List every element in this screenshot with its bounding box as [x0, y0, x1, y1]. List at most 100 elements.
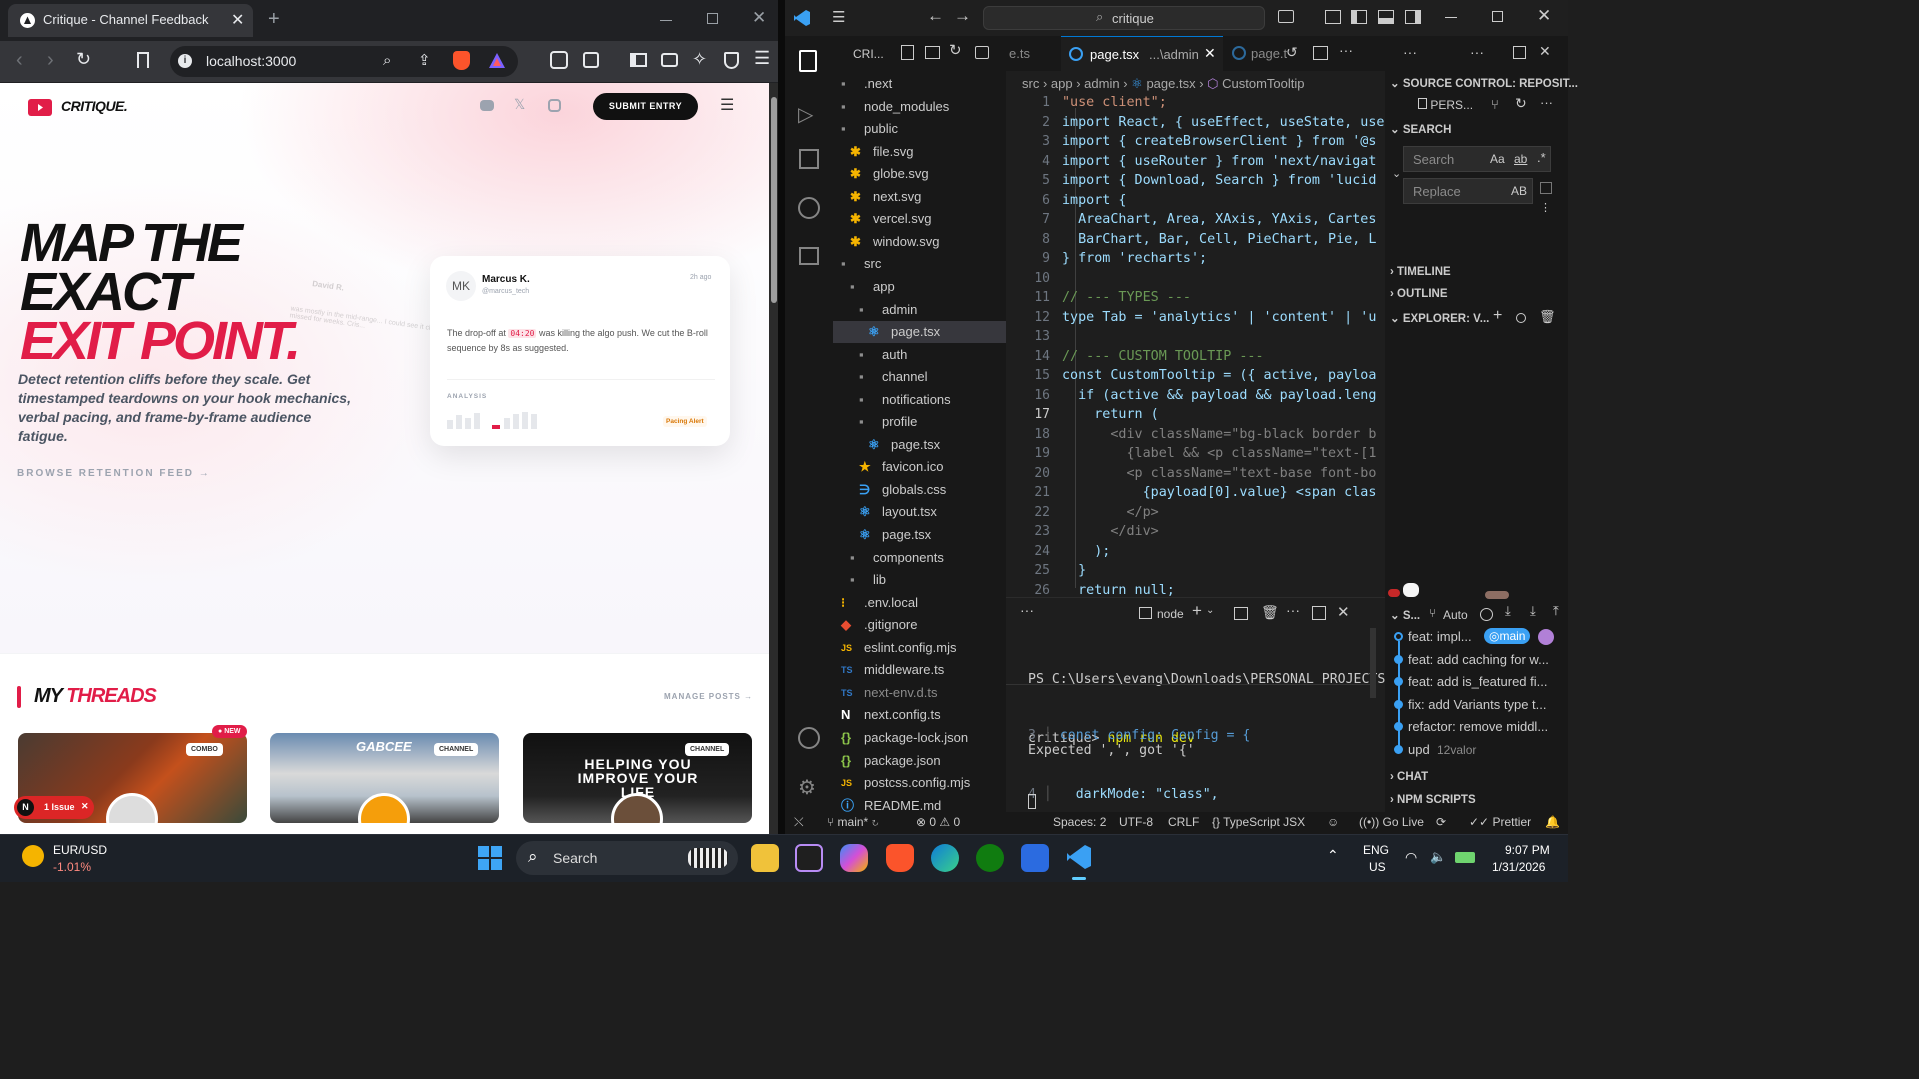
taskbar-search[interactable]: ⌕ Search [516, 841, 738, 875]
tree-item[interactable]: ▪ src [833, 253, 1006, 275]
run-debug-icon[interactable]: ▷ [798, 102, 813, 127]
clock-time[interactable]: 9:07 PM [1505, 843, 1550, 857]
wallet-icon[interactable] [661, 53, 678, 67]
tree-item[interactable]: ⚛ page.tsx [833, 434, 1006, 456]
replace-all-icon[interactable] [1540, 182, 1552, 194]
language-indicator[interactable]: ENG [1363, 843, 1389, 857]
tree-item[interactable]: ⚛ page.tsx [833, 524, 1006, 546]
commit-item[interactable]: fix: add Variants type t... [1385, 694, 1568, 716]
eol-status[interactable]: CRLF [1168, 815, 1199, 829]
store-icon[interactable] [1021, 844, 1049, 872]
minimize-icon[interactable] [660, 20, 672, 21]
submit-entry-button[interactable]: SUBMIT ENTRY [593, 93, 698, 120]
tree-item[interactable]: ▪ components [833, 547, 1006, 569]
tree-item[interactable]: ▪ channel [833, 366, 1006, 388]
chevron-down-icon[interactable]: ⌄ [1206, 605, 1214, 616]
new-folder-icon[interactable] [925, 46, 940, 59]
tree-item[interactable]: ✱ vercel.svg [833, 208, 1006, 230]
more-actions-icon[interactable]: ··· [1540, 95, 1553, 110]
target-icon[interactable] [1480, 608, 1493, 621]
close-window-icon[interactable]: ✕ [752, 8, 766, 28]
file-explorer-icon[interactable] [751, 844, 779, 872]
gear-icon[interactable]: ⚙ [798, 775, 816, 800]
tree-item[interactable]: ✱ globe.svg [833, 163, 1006, 185]
push-icon[interactable]: ⤒ [1553, 603, 1559, 619]
close-icon[interactable]: ✕ [1539, 43, 1551, 60]
toggle-replace-icon[interactable]: ⌄ [1392, 167, 1401, 180]
problems-status[interactable]: ⊗ 0 ⚠ 0 [916, 815, 960, 829]
maximize-icon[interactable] [707, 13, 718, 24]
show-hidden-icons[interactable]: ⌃ [1327, 847, 1339, 864]
encoding-status[interactable]: UTF-8 [1119, 815, 1153, 829]
editor-tab[interactable]: page.t [1251, 46, 1287, 61]
match-word-icon[interactable]: ab [1514, 152, 1527, 166]
tree-item[interactable]: ⁝ .env.local [833, 592, 1006, 614]
sync-icon[interactable]: ↻ [1515, 95, 1527, 112]
tree-item[interactable]: ★ favicon.ico [833, 456, 1006, 478]
page-scrollbar[interactable] [769, 83, 778, 834]
match-case-icon[interactable]: Aa [1490, 152, 1505, 166]
git-graph-header[interactable]: ⌄ S... [1390, 608, 1420, 622]
vscode-taskbar-icon[interactable] [1066, 844, 1092, 870]
xbox-icon[interactable] [976, 844, 1004, 872]
reader-mode-icon[interactable] [583, 52, 599, 68]
tree-item[interactable]: ◆ .gitignore [833, 614, 1006, 636]
copilot-icon[interactable] [1278, 10, 1294, 23]
thread-card[interactable]: GABCEE CHANNEL [270, 733, 499, 823]
commit-item[interactable]: feat: impl... ◎main [1385, 626, 1568, 648]
tree-item[interactable]: TS middleware.ts [833, 659, 1006, 681]
commit-item[interactable]: feat: add is_featured fi... [1385, 671, 1568, 693]
toggle-secondary-sidebar-icon[interactable] [1405, 10, 1421, 24]
copilot-icon[interactable] [840, 844, 868, 872]
prettier-status[interactable]: ✓✓ Prettier [1469, 815, 1531, 829]
go-live-status[interactable]: ((•)) Go Live [1359, 815, 1424, 829]
tree-item[interactable]: Nnext.config.ts [833, 704, 1006, 726]
editor-tab-active[interactable]: page.tsx ...\admin ✕ [1061, 36, 1223, 71]
npm-scripts-header[interactable]: › NPM SCRIPTS [1390, 794, 1476, 806]
tree-item[interactable]: JS postcss.config.mjs [833, 772, 1006, 794]
toggle-panel-icon[interactable] [1378, 10, 1394, 24]
breadcrumb-item[interactable]: app [1051, 76, 1073, 91]
toggle-sidebar-icon[interactable] [1351, 10, 1367, 24]
more-icon[interactable]: ⋮ [1540, 201, 1551, 214]
close-panel-icon[interactable]: ✕ [1337, 603, 1350, 621]
leo-ai-icon[interactable]: ✧ [692, 49, 707, 70]
issues-badge[interactable]: N 1 Issue ✕ [14, 796, 94, 819]
new-terminal-icon[interactable]: + [1192, 601, 1202, 621]
auto-label[interactable]: Auto [1443, 608, 1468, 622]
menu-icon[interactable]: ☰ [754, 48, 770, 69]
new-file-icon[interactable] [901, 45, 914, 60]
tree-item[interactable]: ✱ file.svg [833, 141, 1006, 163]
tree-item[interactable]: ∋ globals.css [833, 479, 1006, 501]
maximize-panel-icon[interactable] [1312, 606, 1326, 620]
forward-icon[interactable]: › [47, 49, 54, 72]
github-icon[interactable] [798, 197, 820, 219]
indentation-status[interactable]: Spaces: 2 [1053, 815, 1106, 829]
explorer-v-header[interactable]: ⌄ EXPLORER: V... [1390, 311, 1489, 325]
discord-icon[interactable] [480, 100, 494, 111]
more-icon[interactable]: ··· [1020, 602, 1034, 618]
editor-tab[interactable]: e.ts [1009, 46, 1030, 61]
brave-shields-icon[interactable] [453, 51, 470, 70]
menu-icon[interactable]: ☰ [832, 8, 845, 26]
tree-item[interactable]: ▪ notifications [833, 389, 1006, 411]
vpn-icon[interactable] [724, 52, 739, 69]
ticker-name[interactable]: EUR/USD [53, 843, 107, 857]
copilot-status-icon[interactable]: ☺ [1327, 815, 1339, 829]
tree-item[interactable]: ▪ admin [833, 299, 1006, 321]
close-tab-icon[interactable]: ✕ [231, 10, 244, 30]
app-icon[interactable] [795, 844, 823, 872]
tree-item[interactable]: ▪ auth [833, 344, 1006, 366]
tree-item[interactable]: ▪ app [833, 276, 1006, 298]
files-icon[interactable] [799, 50, 817, 72]
manage-posts-link[interactable]: MANAGE POSTS → [664, 692, 753, 701]
share-icon[interactable]: ⇪ [418, 51, 431, 69]
tree-item[interactable]: ✱ next.svg [833, 186, 1006, 208]
commit-item[interactable]: upd 12valor [1385, 739, 1568, 761]
volume-icon[interactable]: 🔈 [1430, 849, 1446, 865]
breadcrumb-item[interactable]: admin [1084, 76, 1119, 91]
pull-icon[interactable]: ⤓ [1530, 603, 1536, 619]
maximize-icon[interactable] [1513, 46, 1526, 59]
maximize-icon[interactable] [1492, 11, 1503, 22]
split-editor-icon[interactable] [1313, 46, 1328, 60]
